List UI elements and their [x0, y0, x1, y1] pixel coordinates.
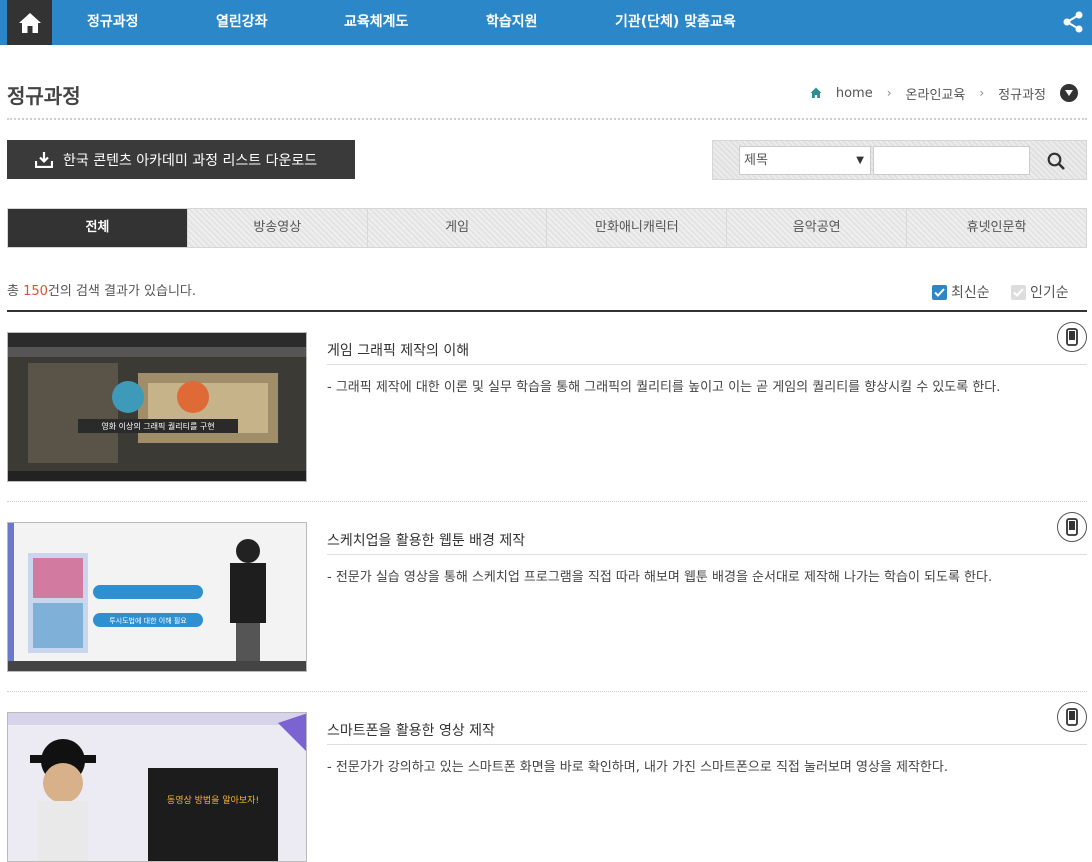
list-item[interactable]: 투시도법에 대한 이해 필요 스케치업을 활용한 웹툰 배경 제작 - 전문가 … — [7, 512, 1087, 672]
breadcrumb: home › 온라인교육 › 정규과정 — [810, 82, 1078, 104]
checkbox-unchecked-icon[interactable] — [1011, 284, 1026, 300]
top-nav: 정규과정 열린강좌 교육체계도 학습지원 기관(단체) 맞춤교육 — [0, 0, 1092, 45]
thumb-caption: 동영상 방법을 알아보자! — [167, 795, 259, 806]
divider — [327, 744, 1087, 745]
result-number: 150 — [23, 284, 48, 299]
thumb-caption: 영화 이상의 그래픽 퀄리티를 구현 — [101, 421, 214, 431]
sort-popular-label: 인기순 — [1030, 285, 1069, 301]
divider — [7, 310, 1087, 312]
nav-item-regular[interactable]: 정규과정 — [87, 0, 139, 45]
checkbox-checked-icon[interactable] — [932, 284, 947, 300]
download-icon — [35, 151, 53, 168]
search-panel: 제목 ▼ — [712, 140, 1087, 180]
caret-down-icon: ▼ — [856, 155, 864, 166]
result-count: 총 150건의 검색 결과가 있습니다. — [7, 280, 196, 299]
mobile-icon[interactable] — [1057, 322, 1087, 352]
download-list-button[interactable]: 한국 콘텐츠 아카데미 과정 리스트 다운로드 — [7, 140, 355, 179]
chevron-right-icon: › — [979, 86, 985, 100]
course-title[interactable]: 스케치업을 활용한 웹툰 배경 제작 — [327, 530, 525, 550]
tab-cartoon[interactable]: 만화애니캐릭터 — [546, 209, 726, 247]
divider — [7, 691, 1087, 692]
list-item[interactable]: 영화 이상의 그래픽 퀄리티를 구현 게임 그래픽 제작의 이해 - 그래픽 제… — [7, 322, 1087, 482]
list-item[interactable]: 동영상 방법을 알아보자! 스마트폰을 활용한 영상 제작 - 전문가가 강의하… — [7, 702, 1087, 862]
tab-broadcast[interactable]: 방송영상 — [186, 209, 367, 247]
category-tabs: 전체 방송영상 게임 만화애니캐릭터 음악공연 휴넷인문학 — [7, 208, 1087, 248]
nav-item-open-lecture[interactable]: 열린강좌 — [216, 0, 268, 45]
divider — [7, 118, 1087, 120]
tab-all[interactable]: 전체 — [8, 209, 187, 247]
course-description: - 그래픽 제작에 대한 이론 및 실무 학습을 통해 그래픽의 퀄리티를 높이… — [327, 380, 1001, 395]
chevron-right-icon: › — [886, 86, 892, 100]
thumb-caption: 투시도법에 대한 이해 필요 — [109, 616, 187, 625]
download-label: 한국 콘텐츠 아카데미 과정 리스트 다운로드 — [63, 152, 318, 169]
search-icon[interactable] — [1047, 152, 1065, 170]
course-title[interactable]: 게임 그래픽 제작의 이해 — [327, 340, 469, 360]
divider — [7, 501, 1087, 502]
breadcrumb-dropdown-button[interactable] — [1060, 84, 1078, 102]
breadcrumb-current: 정규과정 — [998, 87, 1046, 103]
course-description: - 전문가가 강의하고 있는 스마트폰 화면을 바로 확인하며, 내가 가진 스… — [327, 760, 948, 775]
breadcrumb-online[interactable]: 온라인교육 — [906, 84, 966, 103]
home-button[interactable] — [7, 0, 52, 45]
mobile-icon[interactable] — [1057, 702, 1087, 732]
search-input[interactable] — [873, 146, 1030, 175]
home-icon — [18, 12, 41, 33]
nav-item-curriculum[interactable]: 교육체계도 — [344, 0, 408, 45]
course-thumbnail[interactable]: 동영상 방법을 알아보자! — [7, 712, 307, 862]
home-icon[interactable] — [810, 87, 822, 99]
divider — [327, 364, 1087, 365]
divider — [327, 554, 1087, 555]
nav-item-custom[interactable]: 기관(단체) 맞춤교육 — [615, 0, 736, 45]
search-field-select[interactable]: 제목 ▼ — [739, 146, 871, 175]
sort-popular[interactable]: 인기순 — [1011, 283, 1069, 301]
breadcrumb-home[interactable]: home — [836, 86, 873, 101]
result-suffix: 건의 검색 결과가 있습니다. — [47, 284, 197, 299]
search-select-value: 제목 — [744, 153, 768, 168]
tab-humanities[interactable]: 휴넷인문학 — [906, 209, 1086, 247]
tab-game[interactable]: 게임 — [366, 209, 547, 247]
page-title: 정규과정 — [7, 84, 81, 108]
sort-latest-label: 최신순 — [951, 285, 990, 301]
course-thumbnail[interactable]: 영화 이상의 그래픽 퀄리티를 구현 — [7, 332, 307, 482]
tab-music[interactable]: 음악공연 — [726, 209, 906, 247]
course-thumbnail[interactable]: 투시도법에 대한 이해 필요 — [7, 522, 307, 672]
course-title[interactable]: 스마트폰을 활용한 영상 제작 — [327, 720, 495, 740]
mobile-icon[interactable] — [1057, 512, 1087, 542]
caret-down-icon — [1065, 90, 1073, 96]
course-description: - 전문가 실습 영상을 통해 스케치업 프로그램을 직접 따라 해보며 웹툰 … — [327, 570, 993, 585]
result-prefix: 총 — [7, 284, 24, 299]
share-icon[interactable] — [1062, 11, 1084, 33]
sort-latest[interactable]: 최신순 — [932, 283, 990, 301]
nav-item-support[interactable]: 학습지원 — [486, 0, 538, 45]
